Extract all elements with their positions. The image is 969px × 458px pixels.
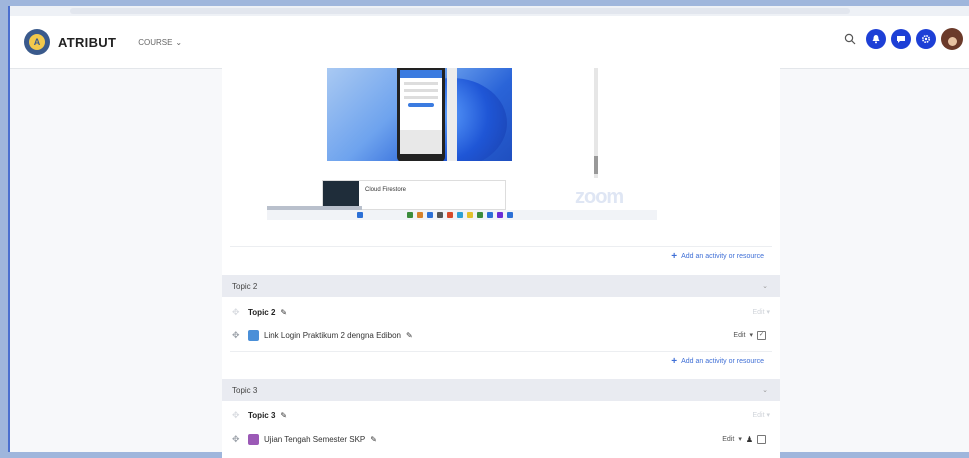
edit-label: Edit bbox=[733, 331, 746, 339]
activity-row: ✥ Ujian Tengah Semester SKP ✎ Edit ▾ ♟ bbox=[222, 428, 780, 450]
section-header-topic-3[interactable]: Topic 3 ⌄ bbox=[222, 379, 780, 401]
section-name: Topic 2 bbox=[232, 281, 258, 291]
pencil-icon[interactable]: ✎ bbox=[406, 331, 413, 340]
activity-edit-menu[interactable]: Edit ▾ ♟ bbox=[722, 434, 766, 444]
site-logo[interactable]: A bbox=[24, 29, 50, 55]
plus-icon: + bbox=[671, 251, 678, 262]
plus-icon: + bbox=[671, 356, 678, 367]
activity-row: ✥ Link Login Praktikum 2 dengna Edibon ✎… bbox=[222, 324, 780, 346]
image-scrollbar bbox=[594, 68, 598, 178]
course-menu[interactable]: COURSE ⌄ bbox=[138, 38, 182, 47]
settings-gear-icon[interactable] bbox=[916, 29, 936, 49]
screenshot-taskbar-area: Cloud Firestore zoom bbox=[267, 180, 657, 220]
firebase-title: Cloud Firestore bbox=[365, 187, 407, 193]
add-activity-label: Add an activity or resource bbox=[681, 358, 764, 365]
user-icon[interactable]: ♟ bbox=[746, 435, 753, 444]
pencil-icon[interactable]: ✎ bbox=[280, 411, 287, 420]
notifications-icon[interactable] bbox=[866, 29, 886, 49]
windows-taskbar bbox=[267, 210, 657, 220]
phone-emulator bbox=[397, 68, 445, 161]
course-content: Cloud Firestore zoom + Add an activity o… bbox=[222, 68, 780, 458]
section-summary-row: ✥ Topic 3 ✎ Edit ▾ bbox=[222, 404, 780, 426]
completion-checkbox[interactable] bbox=[757, 434, 766, 444]
section-name: Topic 3 bbox=[232, 385, 258, 395]
embedded-screenshot-image: Cloud Firestore zoom bbox=[267, 68, 657, 221]
pencil-icon[interactable]: ✎ bbox=[280, 308, 287, 317]
chevron-down-icon[interactable]: ⌄ bbox=[762, 282, 768, 290]
address-bar[interactable] bbox=[70, 8, 850, 14]
chevron-down-icon[interactable]: ⌄ bbox=[762, 386, 768, 394]
topic-title[interactable]: Topic 3 bbox=[248, 411, 275, 420]
messages-icon[interactable] bbox=[891, 29, 911, 49]
activity-name[interactable]: Link Login Praktikum 2 dengna Edibon bbox=[264, 331, 401, 340]
section-header-topic-2[interactable]: Topic 2 ⌄ bbox=[222, 275, 780, 297]
emulator-toolbar bbox=[447, 68, 457, 161]
edit-label: Edit bbox=[722, 435, 735, 443]
section-summary-row: ✥ Topic 2 ✎ Edit ▾ bbox=[222, 301, 780, 323]
search-icon[interactable] bbox=[843, 32, 857, 46]
course-menu-label: COURSE bbox=[138, 37, 173, 47]
top-navbar: A ATRIBUT COURSE ⌄ bbox=[10, 16, 969, 69]
quiz-icon bbox=[248, 433, 259, 445]
edit-menu[interactable]: Edit ▾ bbox=[752, 411, 770, 419]
move-icon[interactable]: ✥ bbox=[232, 434, 244, 445]
completion-checkbox[interactable]: ✓ bbox=[757, 330, 766, 340]
move-icon: ✥ bbox=[232, 409, 240, 420]
add-activity-button[interactable]: + Add an activity or resource bbox=[671, 356, 764, 367]
navbar-actions bbox=[843, 28, 963, 50]
topic-title[interactable]: Topic 2 bbox=[248, 308, 275, 317]
move-icon[interactable]: ✥ bbox=[232, 330, 244, 341]
edit-menu[interactable]: Edit ▾ bbox=[752, 308, 770, 316]
site-brand[interactable]: ATRIBUT bbox=[58, 35, 116, 50]
move-icon: ✥ bbox=[232, 306, 240, 317]
edit-menu-label: Edit bbox=[752, 412, 765, 419]
browser-window: A ATRIBUT COURSE ⌄ Cloud Firestore zoom … bbox=[8, 6, 969, 458]
zoom-watermark: zoom bbox=[575, 186, 624, 208]
desktop-wallpaper bbox=[327, 68, 512, 161]
section-divider bbox=[230, 246, 772, 247]
logo-mark: A bbox=[29, 34, 45, 50]
add-activity-label: Add an activity or resource bbox=[681, 253, 764, 260]
add-activity-button[interactable]: + Add an activity or resource bbox=[671, 251, 764, 262]
activity-edit-menu[interactable]: Edit ▾ ✓ bbox=[733, 330, 766, 340]
browser-top-strip bbox=[10, 6, 969, 16]
user-avatar[interactable] bbox=[941, 28, 963, 50]
phone-screen bbox=[400, 70, 442, 154]
url-activity-icon bbox=[248, 329, 259, 341]
chevron-down-icon: ⌄ bbox=[175, 37, 183, 47]
edit-menu-label: Edit bbox=[752, 309, 765, 316]
section-divider bbox=[230, 351, 772, 352]
activity-name[interactable]: Ujian Tengah Semester SKP bbox=[264, 435, 365, 444]
avatar-head bbox=[947, 37, 957, 46]
pencil-icon[interactable]: ✎ bbox=[370, 435, 377, 444]
